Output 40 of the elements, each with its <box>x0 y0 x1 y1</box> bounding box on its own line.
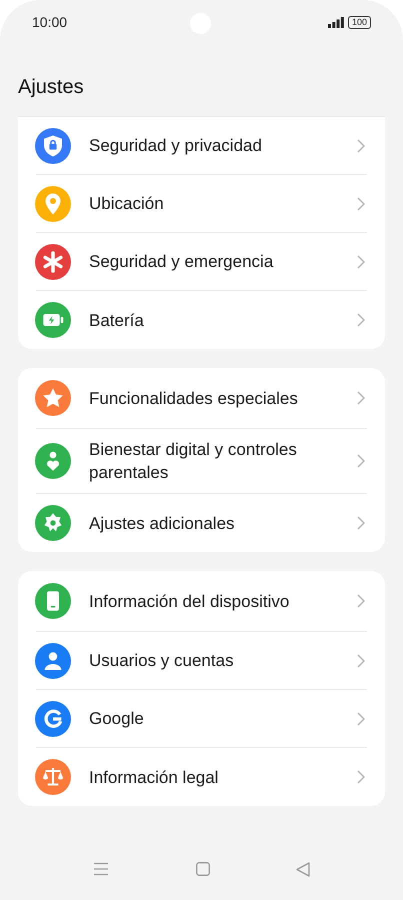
chevron-icon <box>357 138 365 152</box>
settings-item[interactable]: Información del dispositivo <box>36 571 367 632</box>
settings-item[interactable]: Google <box>36 690 367 748</box>
chevron-icon <box>357 313 365 327</box>
chevron-icon <box>357 594 365 608</box>
home-icon[interactable] <box>196 862 210 876</box>
item-label: Ubicación <box>89 193 165 215</box>
chevron-icon <box>357 196 365 210</box>
menu-icon[interactable] <box>93 862 109 876</box>
chevron-icon <box>357 254 365 268</box>
item-label: Batería <box>89 310 145 332</box>
page-title: Ajustes <box>18 75 84 100</box>
settings-item[interactable]: Ajustes adicionales <box>36 494 367 552</box>
chevron-icon <box>357 712 365 726</box>
settings-item[interactable]: Ubicación <box>36 175 367 233</box>
status-time: 10:00 <box>32 12 68 32</box>
settings-item[interactable]: Funcionalidades especiales <box>36 368 367 429</box>
settings-item[interactable]: Seguridad y privacidad <box>36 117 367 175</box>
settings-item[interactable]: Seguridad y emergencia <box>36 233 367 291</box>
item-label: Bienestar digital y controles parentales <box>89 439 298 484</box>
chevron-icon <box>357 391 365 405</box>
chevron-icon <box>357 770 365 784</box>
battery-indicator: 100 <box>348 16 371 28</box>
chevron-icon <box>357 654 365 668</box>
item-label: Ajustes adicionales <box>89 512 236 534</box>
item-label: Información legal <box>89 766 220 788</box>
chevron-icon <box>357 454 365 468</box>
signal-icon <box>328 16 344 28</box>
item-label: Seguridad y privacidad <box>89 135 263 157</box>
settings-item[interactable]: Usuarios y cuentas <box>36 632 367 690</box>
settings-item[interactable]: Información legal <box>36 748 367 806</box>
chevron-icon <box>357 516 365 530</box>
item-label: Funcionalidades especiales <box>89 388 299 410</box>
item-label: Seguridad y emergencia <box>89 251 274 273</box>
back-icon[interactable] <box>296 862 310 876</box>
settings-item[interactable]: Bienestar digital y controles parentales <box>36 429 367 494</box>
settings-item[interactable]: Batería <box>36 291 367 349</box>
item-label: Usuarios y cuentas <box>89 650 235 672</box>
item-label: Google <box>89 708 145 730</box>
item-label: Información del dispositivo <box>89 590 290 612</box>
